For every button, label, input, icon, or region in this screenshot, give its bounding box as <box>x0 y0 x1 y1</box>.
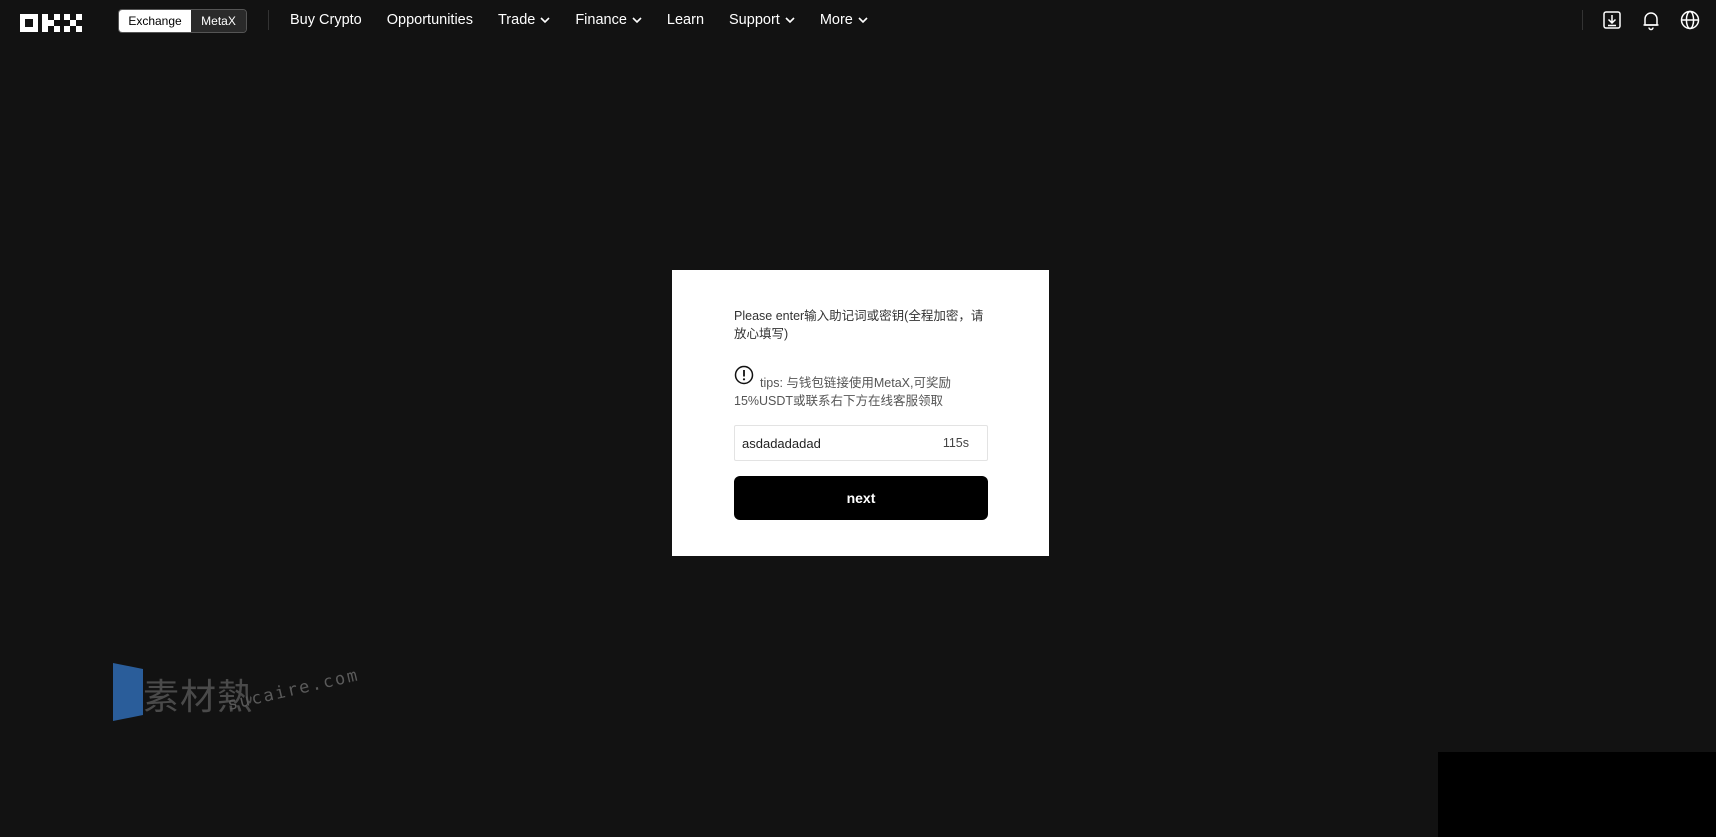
nav-label: Learn <box>666 12 705 28</box>
nav-opportunities[interactable]: Opportunities <box>387 12 473 28</box>
nav-finance[interactable]: Finance <box>575 12 642 28</box>
seed-input-field[interactable]: 115s <box>734 425 988 461</box>
seed-phrase-dialog: Please enter输入助记词或密钥(全程加密，请放心填写) tips: 与… <box>672 270 1049 556</box>
bell-icon[interactable] <box>1640 9 1662 31</box>
top-nav-bar: Exchange MetaX Buy Crypto Opportunities … <box>0 0 1716 40</box>
nav-divider <box>268 10 269 30</box>
main-nav: Buy Crypto Opportunities Trade Finance L… <box>290 0 893 40</box>
chevron-down-icon <box>540 17 550 24</box>
corner-overlay <box>1438 752 1716 837</box>
nav-support[interactable]: Support <box>729 12 795 28</box>
chevron-down-icon <box>858 17 868 24</box>
icons-divider <box>1582 10 1583 30</box>
nav-learn[interactable]: Learn <box>667 12 704 28</box>
nav-label: Trade <box>497 12 536 28</box>
tips-text: tips: 与钱包链接使用MetaX,可奖励15%USDT或联系右下方在线客服领… <box>734 376 951 408</box>
nav-label: Opportunities <box>386 12 473 28</box>
exchange-tab[interactable]: Exchange <box>119 10 191 32</box>
chevron-down-icon <box>632 17 642 24</box>
chevron-down-icon <box>785 17 795 24</box>
prompt-text: Please enter输入助记词或密钥(全程加密，请放心填写) <box>734 309 984 341</box>
nav-more[interactable]: More <box>820 12 868 28</box>
nav-label: More <box>819 12 853 28</box>
next-button[interactable]: next <box>734 476 988 520</box>
nav-label: Support <box>729 12 780 28</box>
nav-label: Buy Crypto <box>290 12 362 28</box>
seed-input[interactable] <box>742 435 912 451</box>
countdown-timer: 115s <box>942 436 969 450</box>
nav-trade[interactable]: Trade <box>498 12 550 28</box>
metax-tab[interactable]: MetaX <box>191 10 246 32</box>
watermark-logo <box>113 663 143 721</box>
product-switch: Exchange MetaX <box>118 9 247 33</box>
nav-label: Finance <box>575 12 627 28</box>
download-icon[interactable] <box>1601 9 1623 31</box>
globe-icon[interactable] <box>1679 9 1701 31</box>
okx-logo[interactable] <box>20 12 94 34</box>
nav-buy-crypto[interactable]: Buy Crypto <box>290 12 362 28</box>
